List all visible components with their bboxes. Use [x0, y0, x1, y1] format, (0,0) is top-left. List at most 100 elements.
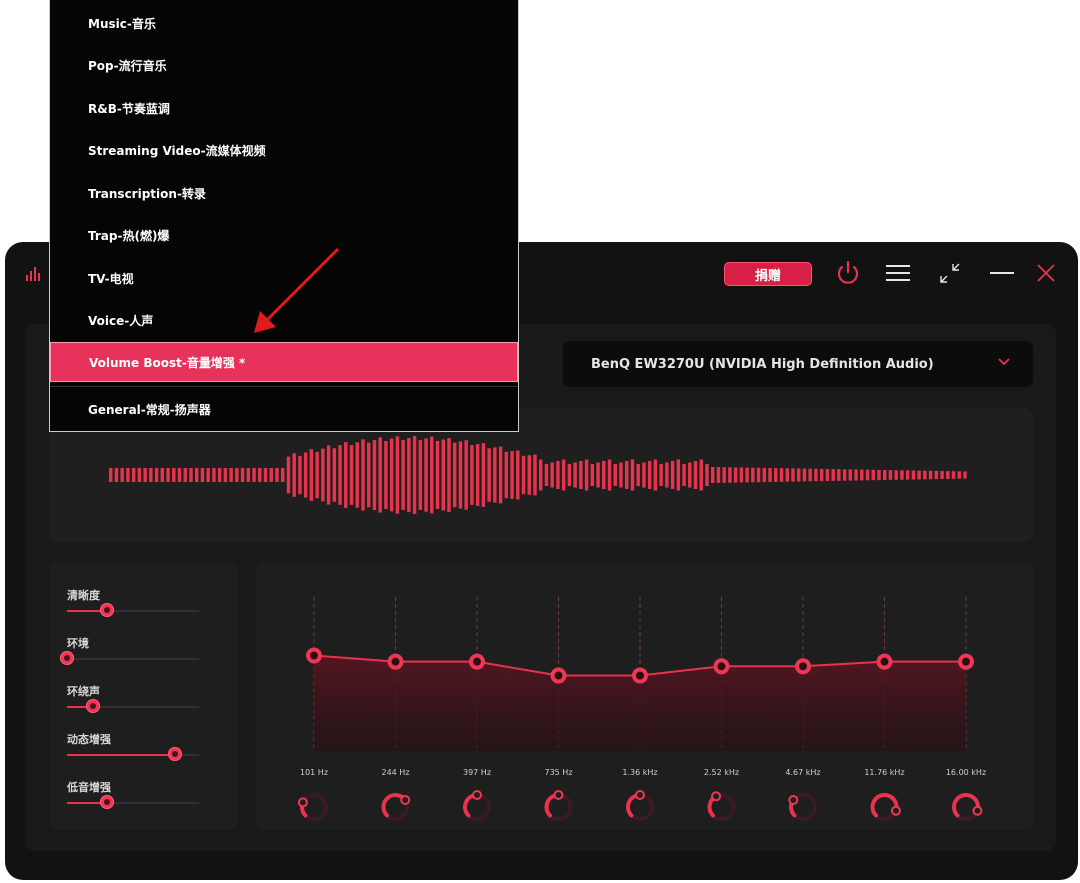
eq-q-knob-handle[interactable]: [788, 794, 799, 805]
minimize-to-compact-icon[interactable]: [933, 256, 967, 290]
effect-slider-handle[interactable]: [86, 699, 101, 713]
waveform-bar: [137, 468, 142, 482]
waveform-bar: [527, 455, 531, 495]
waveform-bar: [561, 459, 566, 491]
minimize-icon[interactable]: [985, 256, 1019, 290]
waveform-bar: [573, 462, 577, 488]
waveform-bar: [619, 462, 623, 488]
eq-band-handle[interactable]: [632, 667, 648, 684]
eq-frequency-label: 244 Hz: [381, 768, 410, 777]
waveform-bar: [923, 470, 927, 480]
eq-q-knob-handle[interactable]: [972, 805, 983, 816]
waveform-bar: [705, 464, 709, 486]
eq-band-handle[interactable]: [876, 653, 893, 670]
output-device-select[interactable]: BenQ EW3270U (NVIDIA High Definition Aud…: [563, 341, 1033, 387]
waveform-bar: [384, 440, 388, 510]
waveform-bar: [745, 467, 749, 483]
waveform-bar: [785, 468, 789, 482]
waveform-bar: [189, 468, 193, 482]
waveform-bar: [504, 451, 509, 499]
waveform-bar: [567, 464, 572, 486]
effect-slider-row: 动态增强: [67, 731, 207, 777]
waveform-bar: [109, 468, 113, 482]
waveform-bar: [871, 469, 875, 481]
preset-menu-item[interactable]: Music-音乐: [50, 3, 518, 43]
effect-slider-track[interactable]: [67, 658, 199, 660]
waveform-bar: [900, 470, 904, 480]
waveform-bar: [332, 448, 337, 502]
waveform-bar: [154, 468, 159, 482]
effect-slider-row: 环绕声: [67, 683, 207, 729]
waveform-bar: [963, 471, 967, 479]
waveform-bar: [303, 452, 308, 498]
eq-q-knob-handle[interactable]: [400, 794, 411, 805]
effect-slider-handle[interactable]: [99, 795, 114, 809]
waveform-bar: [407, 438, 411, 512]
waveform-bar: [510, 451, 514, 499]
waveform-bar: [779, 468, 784, 482]
waveform-bar: [802, 468, 807, 482]
waveform-bar: [670, 461, 675, 489]
waveform-bar: [928, 470, 933, 480]
preset-dropdown-menu: Music-音乐 Pop-流行音乐 R&B-节奏蓝调 Streaming Video-…: [49, 0, 519, 432]
eq-q-knob-handle[interactable]: [635, 790, 645, 800]
equalizer-graph: [297, 597, 983, 821]
waveform-bar: [797, 468, 801, 482]
waveform-bar: [435, 440, 440, 510]
close-icon[interactable]: [1029, 256, 1063, 290]
eq-band-handle[interactable]: [469, 653, 485, 670]
preset-menu-item[interactable]: Streaming Video-流媒体视频: [50, 130, 518, 170]
waveform-bar: [613, 464, 617, 486]
preset-menu-item[interactable]: General-常规-扬声器: [50, 389, 518, 429]
eq-band-handle[interactable]: [795, 658, 811, 675]
waveform-bar: [160, 468, 165, 482]
waveform-bar: [636, 464, 640, 486]
waveform-bar: [946, 471, 950, 479]
eq-q-knob-handle[interactable]: [711, 791, 722, 802]
waveform-bar: [630, 459, 635, 491]
eq-band-handle[interactable]: [387, 653, 404, 670]
waveform-bar: [263, 468, 268, 482]
waveform-bar: [728, 467, 732, 483]
waveform-bar: [217, 468, 222, 482]
donate-button[interactable]: 捐赠: [724, 262, 812, 286]
waveform-bar: [223, 468, 228, 482]
waveform-bar: [166, 468, 170, 482]
preset-menu-item[interactable]: Volume Boost-音量增强 *: [50, 342, 518, 382]
waveform-bar: [493, 447, 497, 503]
chevron-down-icon: [997, 355, 1011, 370]
waveform-bar: [854, 469, 858, 481]
eq-q-knob-handle[interactable]: [297, 797, 308, 808]
waveform-bar: [825, 469, 830, 481]
preset-menu-item[interactable]: Transcription-转录: [50, 173, 518, 213]
waveform-bar: [756, 467, 761, 483]
effect-label: 环绕声: [67, 685, 100, 698]
waveform-bar: [917, 470, 921, 480]
waveform-bar: [894, 470, 898, 480]
waveform-bar: [338, 445, 342, 505]
output-device-label: BenQ EW3270U (NVIDIA High Definition Aud…: [591, 356, 934, 372]
effect-slider-handle[interactable]: [168, 747, 183, 761]
eq-q-knob-handle[interactable]: [472, 790, 482, 800]
waveform-bar: [693, 461, 698, 489]
waveform-bar: [625, 461, 629, 489]
eq-q-knob-handle[interactable]: [553, 790, 564, 800]
waveform-bar: [355, 442, 359, 508]
eq-q-knob-handle[interactable]: [890, 805, 901, 816]
hamburger-menu-icon[interactable]: [881, 256, 915, 290]
effect-slider-row: 环境: [60, 635, 207, 681]
preset-menu-item[interactable]: Pop-流行音乐: [50, 45, 518, 85]
waveform-bar: [688, 462, 692, 488]
waveform-bar: [584, 459, 589, 491]
effect-slider-handle[interactable]: [99, 603, 114, 617]
eq-band-handle[interactable]: [958, 653, 974, 670]
eq-band-handle[interactable]: [550, 667, 567, 684]
eq-band-handle[interactable]: [306, 647, 322, 664]
waveform-bar: [516, 450, 520, 500]
power-icon[interactable]: [831, 256, 865, 290]
preset-menu-item[interactable]: R&B-节奏蓝调: [50, 88, 518, 128]
eq-band-handle[interactable]: [713, 658, 730, 675]
waveform-bar: [401, 440, 405, 510]
waveform-bar: [258, 468, 262, 482]
effect-slider-handle[interactable]: [60, 651, 74, 665]
